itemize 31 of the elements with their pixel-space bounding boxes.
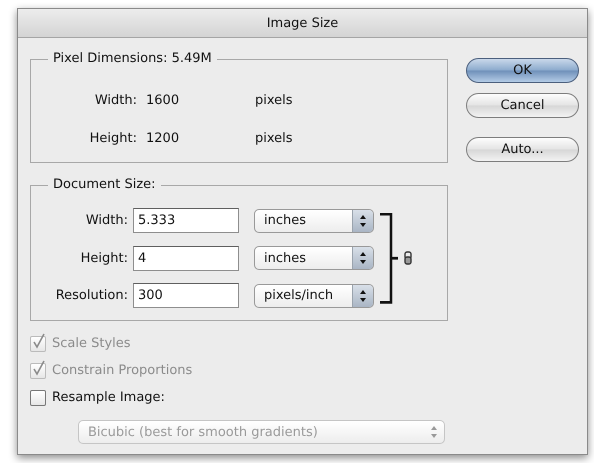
field-label: Width: bbox=[86, 213, 129, 228]
group-label: Document Size: bbox=[53, 177, 156, 192]
dimension-value: 5.49M bbox=[172, 51, 212, 66]
checkbox-label: Constrain Proportions bbox=[52, 363, 192, 378]
input-field[interactable]: 4 bbox=[133, 246, 239, 271]
field-label: Width: bbox=[94, 92, 137, 108]
pixel-value: 1600 bbox=[145, 92, 180, 108]
window-title: Image Size bbox=[266, 16, 338, 30]
updown-arrows-icon bbox=[359, 288, 367, 303]
checkbox-label: Scale Styles bbox=[52, 336, 131, 351]
checkbox[interactable] bbox=[30, 390, 46, 406]
updown-arrows-icon bbox=[359, 214, 367, 228]
input-field[interactable]: 5.333 bbox=[133, 208, 239, 234]
field-label: Resolution: bbox=[56, 288, 129, 304]
group-label: Pixel Dimensions: bbox=[53, 51, 168, 66]
unit-dropdown[interactable]: inches bbox=[254, 208, 374, 233]
updown-arrows-icon bbox=[430, 425, 438, 439]
updown-arrows-icon bbox=[359, 251, 367, 266]
cancel-button[interactable]: Cancel bbox=[466, 93, 579, 118]
field-label: Height: bbox=[90, 130, 137, 146]
unit-dropdown[interactable]: pixels/inch bbox=[254, 284, 374, 308]
unit-label: pixels bbox=[255, 92, 294, 108]
auto-button[interactable]: Auto... bbox=[466, 137, 579, 162]
unit-dropdown[interactable]: inches bbox=[254, 246, 374, 270]
unit-label: pixels bbox=[255, 130, 294, 146]
pixel-value: 1200 bbox=[145, 130, 180, 146]
ok-button[interactable]: OK bbox=[466, 58, 579, 83]
input-field[interactable]: 300 bbox=[133, 283, 239, 308]
chain-link-icon bbox=[404, 251, 412, 266]
field-label: Height: bbox=[80, 250, 129, 266]
checkbox-label: Resample Image: bbox=[52, 390, 165, 405]
